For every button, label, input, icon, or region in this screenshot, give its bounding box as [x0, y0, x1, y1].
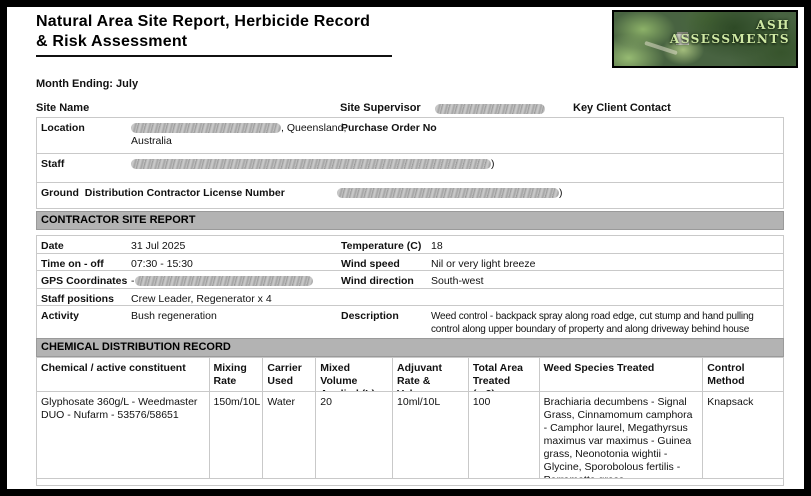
wind-direction-label: Wind direction: [341, 275, 414, 288]
site-supervisor-redacted-value: [435, 104, 545, 114]
col-mixed-volume: Mixed Volume Applied (L): [315, 358, 392, 391]
license-label: Ground Distribution Contractor License N…: [41, 187, 285, 200]
license-value: ): [337, 187, 563, 200]
page-title: Natural Area Site Report, Herbicide Reco…: [36, 12, 370, 52]
cell-carrier-used: Water: [262, 392, 315, 478]
chemical-distribution-table: Chemical / active constituent Mixing Rat…: [36, 358, 784, 486]
staff-positions-row: Staff positions Crew Leader, Regenerator…: [36, 288, 784, 306]
chemical-table-empty-row: [36, 478, 784, 486]
location-label: Location: [41, 122, 85, 135]
contractor-site-report-section-header: CONTRACTOR SITE REPORT: [36, 211, 784, 230]
col-adjuvant-rate: Adjuvant Rate & Volume: [392, 358, 468, 391]
license-redacted-value: [337, 188, 559, 198]
activity-label: Activity: [41, 310, 79, 323]
month-ending: Month Ending: July: [36, 78, 138, 90]
page-frame: Natural Area Site Report, Herbicide Reco…: [0, 0, 811, 496]
gps-visible-prefix: -: [131, 275, 135, 287]
description-value: Weed control - backpack spray along road…: [431, 310, 767, 336]
document-page: Natural Area Site Report, Herbicide Reco…: [7, 7, 804, 489]
gps-row: GPS Coordinates - Wind direction South-w…: [36, 270, 784, 289]
logo-text-line2: ASSESSMENTS: [670, 32, 790, 46]
site-header-row: Site Name Site Supervisor Key Client Con…: [7, 102, 804, 118]
month-ending-label: Month Ending:: [36, 78, 113, 90]
activity-row: Activity Bush regeneration Description W…: [36, 305, 784, 339]
company-logo: ASH ASSESSMENTS: [612, 10, 798, 68]
page-title-line2: & Risk Assessment: [36, 33, 187, 50]
chemical-table-header-row: Chemical / active constituent Mixing Rat…: [36, 357, 784, 392]
temperature-label: Temperature (C): [341, 240, 421, 253]
date-row: Date 31 Jul 2025 Temperature (C) 18: [36, 235, 784, 254]
site-name-label: Site Name: [36, 102, 89, 114]
cell-weed-species: Brachiaria decumbens - Signal Grass, Cin…: [539, 392, 703, 478]
location-visible-suffix: , Queensland,: [281, 122, 346, 134]
month-ending-value: July: [116, 78, 138, 90]
chemical-distribution-section-header: CHEMICAL DISTRIBUTION RECORD: [36, 338, 784, 357]
location-redacted-address: [131, 123, 281, 133]
key-client-contact-label: Key Client Contact: [573, 102, 671, 114]
description-label: Description: [341, 310, 399, 323]
location-line2: Australia: [131, 135, 172, 147]
gps-label: GPS Coordinates: [41, 275, 127, 288]
page-title-line1: Natural Area Site Report, Herbicide Reco…: [36, 13, 370, 30]
col-total-area: Total Area Treated (m2): [468, 358, 539, 391]
staff-row: Staff ): [36, 153, 784, 183]
contractor-report-table: Date 31 Jul 2025 Temperature (C) 18 Time…: [36, 236, 784, 339]
cell-mixed-volume: 20: [315, 392, 392, 478]
staff-visible-suffix: ): [491, 158, 495, 170]
gps-value: -: [131, 275, 313, 288]
site-supervisor-label: Site Supervisor: [340, 102, 421, 114]
title-underline: [36, 55, 392, 57]
chemical-table-data-row: Glyphosate 360g/L - Weedmaster DUO - Nuf…: [36, 391, 784, 479]
staff-value: ): [131, 158, 495, 171]
temperature-value: 18: [431, 240, 443, 253]
date-value: 31 Jul 2025: [131, 240, 185, 253]
cell-adjuvant-rate: 10ml/10L: [392, 392, 468, 478]
col-chemical: Chemical / active constituent: [37, 358, 209, 391]
cell-mixing-rate: 150m/10L: [209, 392, 263, 478]
col-mixing-rate: Mixing Rate: [209, 358, 263, 391]
wind-direction-value: South-west: [431, 275, 484, 288]
site-info-table: Location , Queensland, Australia Purchase…: [36, 118, 784, 209]
location-row: Location , Queensland, Australia Purchase…: [36, 117, 784, 154]
date-label: Date: [41, 240, 64, 253]
license-row: Ground Distribution Contractor License N…: [36, 182, 784, 209]
cell-total-area: 100: [468, 392, 539, 478]
activity-value: Bush regeneration: [131, 310, 217, 323]
license-visible-suffix: ): [559, 187, 563, 199]
logo-text: ASH ASSESSMENTS: [670, 18, 790, 46]
cell-control-method: Knapsack: [702, 392, 783, 478]
cell-chemical: Glyphosate 360g/L - Weedmaster DUO - Nuf…: [37, 392, 209, 478]
logo-text-line1: ASH: [670, 18, 790, 32]
col-carrier-used: Carrier Used: [262, 358, 315, 391]
col-control-method: Control Method: [702, 358, 783, 391]
col-weed-species: Weed Species Treated: [539, 358, 703, 391]
time-row: Time on - off 07:30 - 15:30 Wind speed N…: [36, 253, 784, 271]
staff-redacted-names: [131, 159, 491, 169]
staff-label: Staff: [41, 158, 64, 171]
purchase-order-label: Purchase Order No: [341, 122, 437, 135]
gps-redacted-coordinates: [135, 276, 313, 286]
